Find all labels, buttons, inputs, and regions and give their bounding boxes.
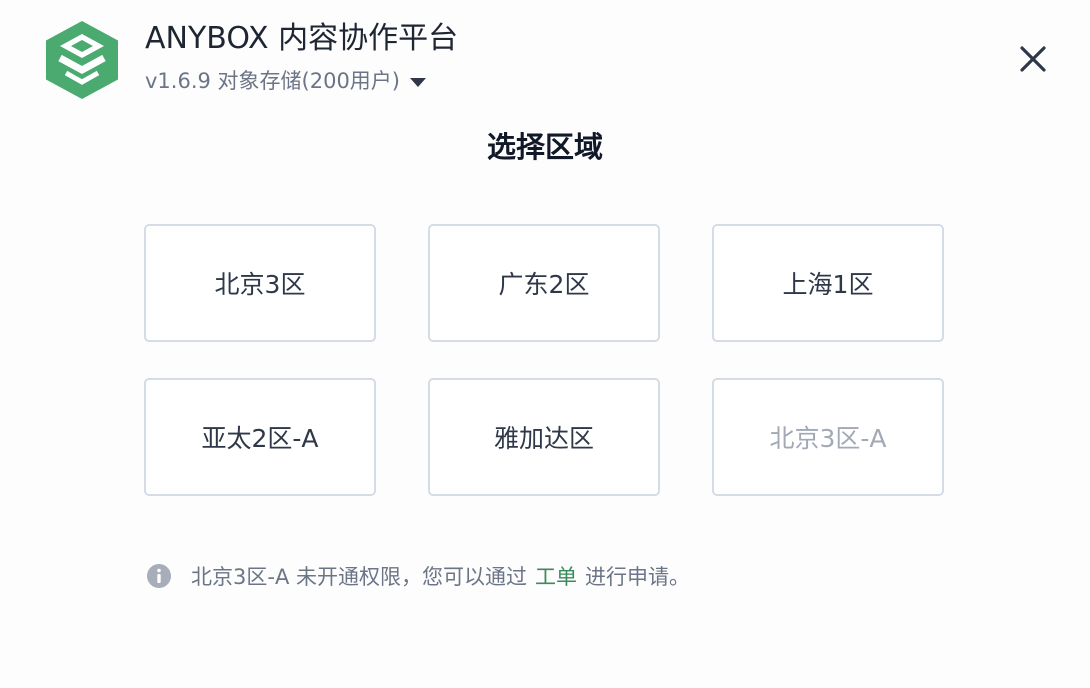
header: ANYBOX 内容协作平台 v1.6.9 对象存储(200用户) <box>0 0 1090 110</box>
info-icon <box>147 564 171 588</box>
version-label: v1.6.9 对象存储(200用户) <box>145 69 401 93</box>
region-card-asia-pacific-2a[interactable]: 亚太2区-A <box>144 378 376 496</box>
page-title: 选择区域 <box>486 130 603 164</box>
ticket-link[interactable]: 工单 <box>535 561 577 591</box>
region-grid: 北京3区 广东2区 上海1区 亚太2区-A 雅加达区 北京3区-A <box>144 224 948 500</box>
notice-text-after: 进行申请。 <box>584 565 690 589</box>
region-card-guangdong-2[interactable]: 广东2区 <box>428 224 660 342</box>
region-card-shanghai-1[interactable]: 上海1区 <box>712 224 944 342</box>
region-card-beijing-3a-disabled: 北京3区-A <box>712 378 944 496</box>
region-card-jakarta[interactable]: 雅加达区 <box>428 378 660 496</box>
caret-down-icon <box>410 78 427 87</box>
notice-text-before: 北京3区-A 未开通权限，您可以通过 <box>191 565 527 589</box>
permission-notice: 北京3区-A 未开通权限，您可以通过 工单 进行申请。 <box>147 560 690 592</box>
anybox-logo-icon <box>46 21 118 99</box>
close-icon[interactable] <box>1014 40 1052 78</box>
version-selector[interactable]: v1.6.9 对象存储(200用户) <box>145 66 427 96</box>
app-title: ANYBOX 内容协作平台 <box>145 21 459 56</box>
region-card-beijing-3[interactable]: 北京3区 <box>144 224 376 342</box>
